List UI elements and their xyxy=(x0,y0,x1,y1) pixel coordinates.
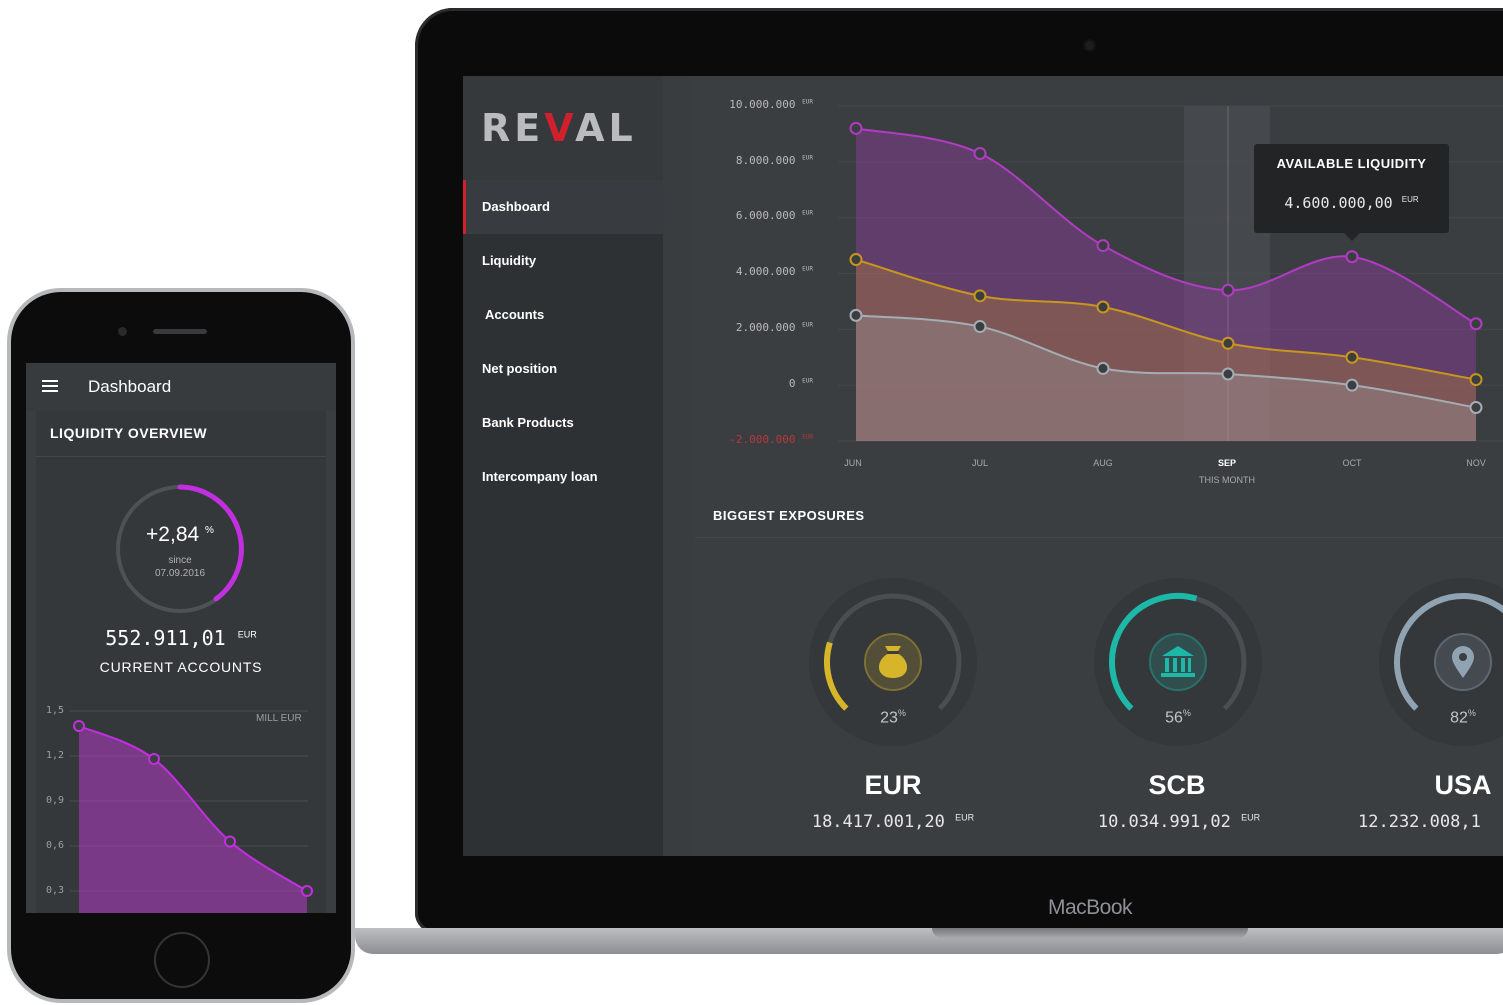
phone-y-tick: 0,9 xyxy=(46,795,65,806)
data-point[interactable] xyxy=(1096,361,1110,375)
laptop-camera xyxy=(1085,41,1094,50)
tooltip-title: AVAILABLE LIQUIDITY xyxy=(1276,156,1427,171)
phone-camera xyxy=(118,327,127,336)
y-tick-label: 6.000.000 EUR xyxy=(735,209,813,222)
data-point[interactable] xyxy=(1221,367,1235,381)
data-point[interactable] xyxy=(1096,239,1110,253)
phone-data-point[interactable] xyxy=(224,835,236,848)
x-current-label: THIS MONTH xyxy=(1199,475,1255,485)
exposure-name: EUR xyxy=(864,770,922,800)
phone-series-area xyxy=(79,726,307,913)
data-point[interactable] xyxy=(1096,300,1110,314)
phone-y-tick: 0,6 xyxy=(46,840,65,851)
exposures-divider xyxy=(695,537,1503,538)
phone-data-point[interactable] xyxy=(73,720,85,732)
exposure-gauges xyxy=(809,578,1503,746)
phone-screen: Dashboard LIQUIDITY OVERVIEW +2,84 % sin… xyxy=(26,363,336,913)
x-tick-label-current: SEP xyxy=(1217,458,1236,468)
phone-data-point[interactable] xyxy=(301,885,313,897)
y-tick-label: 8.000.000 EUR xyxy=(735,154,813,167)
phone-home-button[interactable] xyxy=(154,932,210,988)
y-tick-label: 4.000.000 EUR xyxy=(735,265,813,278)
data-point[interactable] xyxy=(973,289,987,303)
phone-change-percent: +2,84 % xyxy=(146,523,214,546)
exposure-percent: 82% xyxy=(1450,708,1476,727)
x-tick-label: JUN xyxy=(844,458,862,468)
liquidity-chart xyxy=(838,105,1503,442)
x-tick-label: AUG xyxy=(1093,458,1113,468)
data-point[interactable] xyxy=(1345,378,1359,392)
x-tick-label: NOV xyxy=(1466,458,1486,468)
phone-data-point[interactable] xyxy=(148,753,160,765)
phone-speaker xyxy=(153,329,207,334)
data-point[interactable] xyxy=(1469,317,1483,331)
exposure-value: 18.417.001,20 EUR xyxy=(811,812,975,832)
laptop-screen: REVAL Dashboard Liquidity Accounts Net p… xyxy=(463,76,1503,856)
laptop-base xyxy=(355,928,1503,954)
y-tick-label: 10.000.000 EUR xyxy=(729,98,813,111)
y-tick-label: 0 EUR xyxy=(788,377,813,390)
data-point[interactable] xyxy=(1221,336,1235,350)
x-tick-label: OCT xyxy=(1342,458,1362,468)
exposure-name: SCB xyxy=(1148,770,1206,800)
tooltip-value: 4.600.000,00 EUR xyxy=(1284,194,1419,212)
data-point[interactable] xyxy=(973,146,987,160)
data-point[interactable] xyxy=(1469,401,1483,414)
data-point[interactable] xyxy=(849,308,863,322)
phone-amount: 552.911,01 EUR xyxy=(105,626,257,650)
tooltip-arrow xyxy=(1343,232,1361,241)
laptop-notch xyxy=(932,928,1248,938)
phone-y-tick: 1,5 xyxy=(46,705,65,716)
x-tick-label: JUL xyxy=(971,458,988,468)
phone-amount-label: CURRENT ACCOUNTS xyxy=(99,659,263,675)
exposure-value: 10.034.991,02 EUR xyxy=(1097,812,1261,832)
phone-y-tick: 0,3 xyxy=(46,885,65,896)
phone-since: since 07.09.2016 xyxy=(154,555,206,579)
exposure-name: USA xyxy=(1434,770,1492,800)
data-point[interactable] xyxy=(849,253,863,267)
data-point[interactable] xyxy=(1469,373,1483,387)
gauge-icon-bg xyxy=(1151,635,1205,689)
y-tick-label: 2.000.000 EUR xyxy=(735,321,813,334)
exposure-percent: 56% xyxy=(1165,708,1191,727)
phone-y-tick: 1,2 xyxy=(46,750,65,761)
data-point[interactable] xyxy=(973,320,987,334)
exposures-title: BIGGEST EXPOSURES xyxy=(713,508,865,523)
exposure-percent: 23% xyxy=(880,708,906,727)
y-tick-label-negative: -2.000.000 EUR xyxy=(729,433,813,446)
data-point[interactable] xyxy=(1221,283,1235,297)
data-point[interactable] xyxy=(1345,250,1359,264)
laptop-brand: MacBook xyxy=(1047,896,1133,919)
exposure-value: 12.232.008,1 xyxy=(1358,812,1481,832)
chart-tooltip: AVAILABLE LIQUIDITY 4.600.000,00 EUR xyxy=(1254,144,1449,233)
phone-chart-unit: MILL EUR xyxy=(256,713,302,724)
data-point[interactable] xyxy=(1345,350,1359,364)
data-point[interactable] xyxy=(849,121,863,135)
